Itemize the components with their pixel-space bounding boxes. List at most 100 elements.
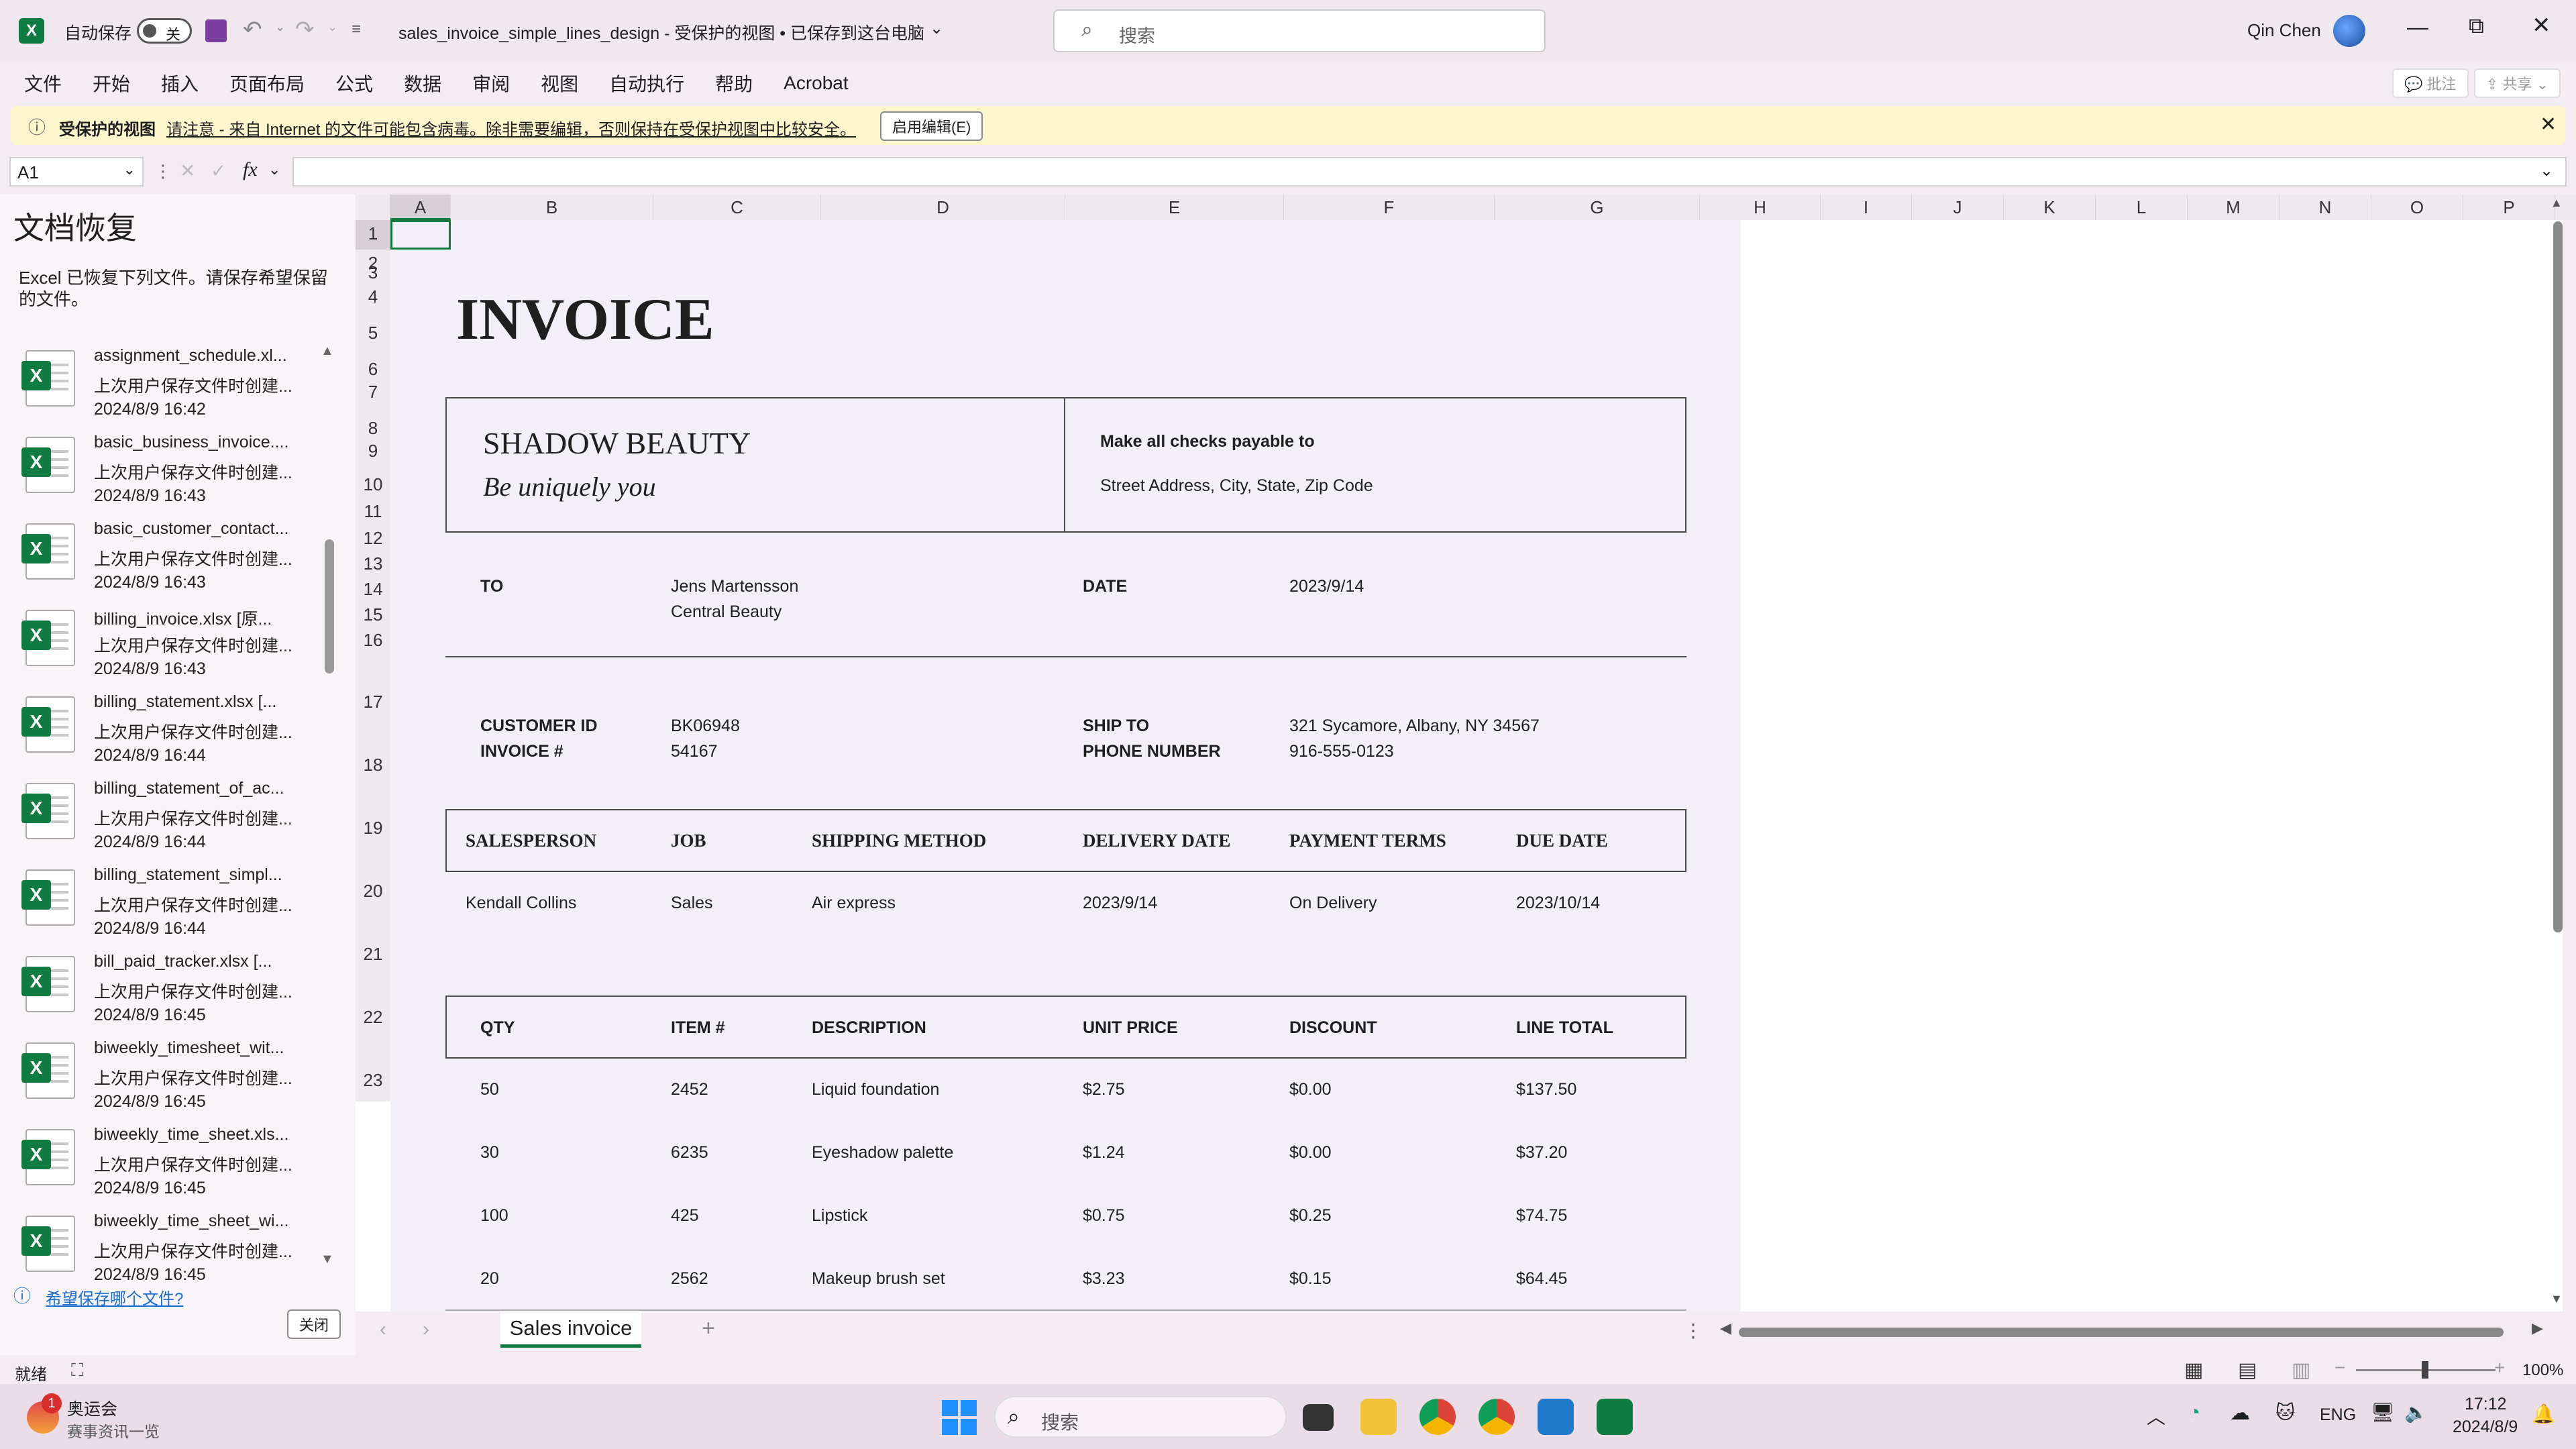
scroll-down-icon[interactable]: ▼ [321, 1252, 334, 1267]
cat-tray-icon[interactable]: 🐱 [2275, 1401, 2295, 1424]
insert-function-icon[interactable]: fx [243, 158, 258, 181]
recovered-file-item[interactable]: Xbasic_business_invoice.... 上次用户保存文件时创建..… [20, 430, 315, 517]
menu-data[interactable]: 数据 [404, 70, 441, 97]
language-indicator[interactable]: ENG [2320, 1405, 2356, 1425]
row-header[interactable]: 10 [356, 471, 390, 498]
hscroll-left-icon[interactable]: ◀ [1720, 1320, 1731, 1337]
widget-subtitle[interactable]: 赛事资讯一览 [67, 1419, 160, 1442]
horizontal-scrollbar[interactable] [1739, 1328, 2504, 1337]
row-header[interactable]: 12 [356, 525, 390, 550]
scroll-down-icon[interactable]: ▼ [2551, 1292, 2563, 1306]
recovered-file-item[interactable]: Xbasic_customer_contact... 上次用户保存文件时创建...… [20, 517, 315, 603]
recovered-file-item[interactable]: Xbill_paid_tracker.xlsx [... 上次用户保存文件时创建.… [20, 949, 315, 1036]
onedrive-icon[interactable]: ☁ [2230, 1401, 2250, 1425]
vertical-scrollbar[interactable] [2553, 221, 2563, 1295]
column-header[interactable]: C [653, 195, 821, 220]
redo-dropdown-icon[interactable]: ⌄ [327, 20, 337, 34]
more-icon[interactable]: ⋮ [154, 161, 172, 182]
close-icon[interactable]: ✕ [2532, 12, 2551, 39]
zoom-in-icon[interactable]: + [2494, 1357, 2505, 1379]
row-header[interactable]: 11 [356, 498, 390, 525]
vscode-icon[interactable] [1538, 1399, 1574, 1435]
share-button[interactable]: ⇪ 共享 ⌄ [2474, 68, 2561, 98]
zoom-level[interactable]: 100% [2522, 1361, 2563, 1380]
add-sheet-icon[interactable]: + [702, 1316, 715, 1342]
tab-options-icon[interactable]: ⋮ [1684, 1320, 1703, 1342]
fx-dropdown-icon[interactable]: ⌄ [268, 161, 280, 178]
recovered-file-item[interactable]: Xbilling_statement_of_ac... 上次用户保存文件时创建..… [20, 776, 315, 863]
row-header[interactable]: 9 [356, 437, 390, 471]
accessibility-icon[interactable]: ⛶ [71, 1360, 83, 1381]
scroll-up-icon[interactable]: ▲ [2551, 196, 2563, 210]
menu-formulas[interactable]: 公式 [335, 70, 373, 97]
menu-review[interactable]: 审阅 [472, 70, 510, 97]
enter-icon[interactable]: ✓ [211, 160, 226, 182]
recovered-file-item[interactable]: Xbiweekly_timesheet_wit... 上次用户保存文件时创建...… [20, 1036, 315, 1122]
row-header[interactable]: 13 [356, 550, 390, 576]
menu-view[interactable]: 视图 [541, 70, 578, 97]
zoom-slider[interactable] [2356, 1361, 2496, 1379]
clock-time[interactable]: 17:12 [2465, 1395, 2507, 1414]
name-box[interactable]: A1 ⌄ [9, 157, 144, 186]
menu-file[interactable]: 文件 [24, 70, 62, 97]
column-header[interactable]: F [1284, 195, 1495, 220]
save-icon[interactable] [205, 19, 227, 42]
spreadsheet-grid[interactable]: ABCDEFGHIJKLMNOPQ 1234567891011121314151… [356, 195, 2576, 1311]
column-header[interactable]: E [1065, 195, 1284, 220]
column-header[interactable]: M [2188, 195, 2279, 220]
dismiss-icon[interactable]: ✕ [2540, 113, 2557, 136]
excel-taskbar-icon[interactable] [1597, 1399, 1633, 1435]
select-all-corner[interactable] [356, 195, 390, 220]
undo-dropdown-icon[interactable]: ⌄ [275, 20, 285, 34]
autosave-toggle[interactable]: 关 [137, 18, 192, 44]
edge-tray-icon[interactable]: ◔ [2188, 1401, 2200, 1424]
scroll-up-icon[interactable]: ▲ [321, 343, 334, 359]
search-box[interactable]: ⌕ 搜索 [1053, 9, 1546, 52]
minimize-icon[interactable]: — [2407, 15, 2428, 40]
active-cell[interactable] [390, 220, 451, 250]
column-header[interactable]: P [2463, 195, 2555, 220]
column-header[interactable]: K [2004, 195, 2096, 220]
clock-date[interactable]: 2024/8/9 [2453, 1417, 2518, 1437]
recovered-file-item[interactable]: Xbiweekly_time_sheet_wi... 上次用户保存文件时创建...… [20, 1209, 315, 1295]
protected-view-message[interactable]: 请注意 - 来自 Internet 的文件可能包含病毒。除非需要编辑，否则保持在… [166, 116, 856, 140]
recovered-file-item[interactable]: Xbilling_statement_simpl... 上次用户保存文件时创建..… [20, 863, 315, 949]
widget-title[interactable]: 奥运会 [67, 1396, 117, 1420]
hscroll-right-icon[interactable]: ▶ [2532, 1320, 2543, 1337]
page-break-icon[interactable]: ▥ [2292, 1358, 2310, 1382]
row-header[interactable]: 1 [356, 220, 390, 250]
undo-icon[interactable]: ↶ [243, 16, 262, 43]
tab-next-icon[interactable]: › [423, 1318, 429, 1341]
column-header[interactable]: A [390, 195, 451, 220]
which-files-link[interactable]: 希望保存哪个文件? [46, 1285, 183, 1309]
row-header[interactable]: 7 [356, 378, 390, 415]
zoom-out-icon[interactable]: − [2334, 1357, 2345, 1379]
start-icon[interactable] [942, 1400, 977, 1435]
tab-prev-icon[interactable]: ‹ [380, 1318, 386, 1341]
column-header[interactable]: L [2096, 195, 2188, 220]
column-header[interactable]: G [1495, 195, 1700, 220]
chrome-icon[interactable] [1419, 1399, 1456, 1435]
formula-input[interactable] [292, 157, 2567, 186]
sheet-tab-sales-invoice[interactable]: Sales invoice [500, 1311, 641, 1348]
menu-home[interactable]: 开始 [93, 70, 130, 97]
tray-chevron-icon[interactable]: ︿ [2147, 1403, 2165, 1430]
column-header[interactable]: O [2371, 195, 2463, 220]
document-title[interactable]: sales_invoice_simple_lines_design - 受保护的… [398, 20, 924, 44]
redo-icon[interactable]: ↷ [295, 16, 315, 43]
menu-help[interactable]: 帮助 [715, 70, 753, 97]
menu-acrobat[interactable]: Acrobat [784, 72, 849, 94]
recovered-file-item[interactable]: Xbilling_invoice.xlsx [原... 上次用户保存文件时创建..… [20, 603, 315, 690]
row-header[interactable]: 23 [356, 1067, 390, 1102]
enable-editing-button[interactable]: 启用编辑(E) [880, 111, 983, 141]
column-header[interactable]: H [1700, 195, 1821, 220]
recovered-file-item[interactable]: Xbiweekly_time_sheet.xls... 上次用户保存文件时创建..… [20, 1122, 315, 1209]
row-header[interactable]: 22 [356, 1004, 390, 1067]
recovered-file-item[interactable]: Xbilling_statement.xlsx [... 上次用户保存文件时创建.… [20, 690, 315, 776]
page-layout-icon[interactable]: ▤ [2238, 1358, 2257, 1382]
expand-formula-icon[interactable]: ⌄ [2540, 161, 2553, 180]
normal-view-icon[interactable]: ▦ [2184, 1358, 2203, 1382]
network-icon[interactable]: 🖥 [2371, 1401, 2395, 1424]
row-header[interactable]: 5 [356, 319, 390, 356]
recovered-file-item[interactable]: Xassignment_schedule.xl... 上次用户保存文件时创建...… [20, 343, 315, 430]
